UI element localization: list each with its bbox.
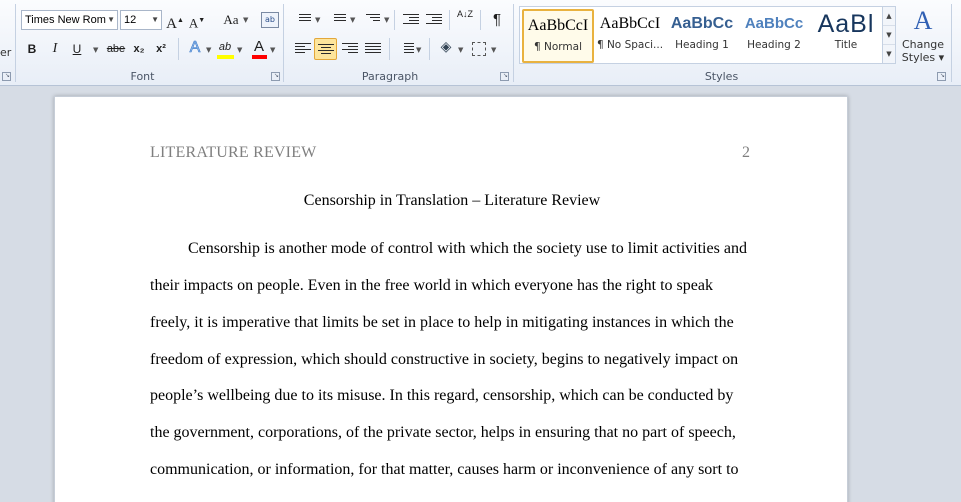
style-heading-2[interactable]: AaBbCc Heading 2 <box>738 9 810 63</box>
superscript-button[interactable]: x² <box>153 38 169 60</box>
page-number: 2 <box>742 144 750 161</box>
divider <box>394 10 395 30</box>
style-heading-1[interactable]: AaBbCc Heading 1 <box>666 9 738 63</box>
sort-button[interactable]: A↓Z <box>455 9 475 31</box>
strikethrough-button[interactable]: abe <box>105 38 127 60</box>
style-name: Heading 1 <box>675 39 729 51</box>
change-styles-button[interactable]: A Change Styles ▾ <box>900 4 946 68</box>
style-normal[interactable]: AaBbCcI ¶ Normal <box>522 9 594 63</box>
paragraph-line: Censorship is another mode of control wi… <box>188 240 747 257</box>
chevron-down-icon[interactable]: ▼ <box>107 11 115 29</box>
paragraph-line: their impacts on people. Even in the fre… <box>150 277 713 294</box>
clipped-group-label: er <box>0 46 12 59</box>
change-styles-label-line1: Change <box>901 38 945 51</box>
gallery-more-icon[interactable]: ▼ <box>883 45 895 64</box>
styles-dialog-launcher-icon[interactable]: ↘ <box>937 72 946 81</box>
gallery-scroll[interactable]: ▲ ▼ ▼ <box>882 6 896 64</box>
scroll-up-icon[interactable]: ▲ <box>883 7 895 26</box>
style-sample: AaBbCc <box>670 15 734 32</box>
paragraph-line: freedom of expression, which should cons… <box>150 351 739 368</box>
chevron-down-icon[interactable]: ▼ <box>270 46 275 54</box>
line-spacing-icon[interactable] <box>398 43 414 55</box>
paragraph-dialog-launcher-icon[interactable]: ↘ <box>500 72 509 81</box>
change-styles-icon: A <box>913 6 933 35</box>
font-group-label: Font <box>130 70 155 83</box>
running-header: LITERATURE REVIEW <box>150 144 317 161</box>
justify-icon[interactable] <box>365 43 381 55</box>
group-separator <box>283 4 284 82</box>
bold-button[interactable]: B <box>24 38 40 60</box>
paragraph-group-label: Paragraph <box>361 70 419 83</box>
chevron-down-icon[interactable]: ▼ <box>237 46 242 54</box>
group-separator <box>513 4 514 82</box>
align-left-icon[interactable] <box>295 43 311 55</box>
align-right-icon[interactable] <box>342 43 358 55</box>
paragraph-line: the government, corporations, of the pri… <box>150 424 736 441</box>
paragraph-line: people’s wellbeing due to its misuse. In… <box>150 387 734 404</box>
align-center-icon <box>318 44 334 56</box>
italic-button[interactable]: I <box>47 38 63 60</box>
font-family-combo[interactable]: Times New Rom ▼ <box>21 10 118 30</box>
style-no-spacing[interactable]: AaBbCcI ¶ No Spaci... <box>594 9 666 63</box>
style-name: Title <box>834 39 858 51</box>
document-page[interactable]: LITERATURE REVIEW 2 Censorship in Transl… <box>54 96 848 502</box>
increase-indent-icon[interactable] <box>426 14 442 26</box>
subscript-button[interactable]: x₂ <box>131 38 147 60</box>
styles-gallery: AaBbCcI ¶ Normal AaBbCcI ¶ No Spaci... A… <box>519 6 883 64</box>
scroll-down-icon[interactable]: ▼ <box>883 26 895 45</box>
divider <box>389 38 390 60</box>
style-sample: AaBbCc <box>744 15 804 32</box>
shrink-font-button[interactable]: A▼ <box>188 9 206 31</box>
style-name: Heading 2 <box>747 39 801 51</box>
divider <box>178 38 179 60</box>
font-color-swatch <box>252 55 267 59</box>
group-separator <box>951 4 952 82</box>
font-size-combo[interactable]: 12 ▼ <box>120 10 162 30</box>
paragraph-line: communication, or information, for that … <box>150 461 739 478</box>
change-case-button[interactable]: Aa <box>220 9 242 31</box>
font-family-value: Times New Rom <box>25 14 106 26</box>
style-sample: AaBbCcI <box>527 17 589 34</box>
show-formatting-marks-button[interactable]: ¶ <box>488 9 506 31</box>
font-dialog-launcher-icon[interactable]: ↘ <box>271 72 280 81</box>
highlight-color-swatch <box>217 55 234 59</box>
chevron-down-icon[interactable]: ▼ <box>206 46 211 54</box>
chevron-down-icon[interactable]: ▼ <box>416 46 421 54</box>
chevron-down-icon[interactable]: ▼ <box>151 11 159 29</box>
chevron-down-icon[interactable]: ▼ <box>315 16 320 24</box>
numbering-icon[interactable] <box>330 14 346 26</box>
clear-formatting-icon[interactable]: ab <box>261 12 279 28</box>
divider <box>480 10 481 30</box>
font-size-value: 12 <box>124 14 137 26</box>
borders-icon[interactable] <box>472 42 486 56</box>
styles-group-label: Styles <box>704 70 739 83</box>
style-sample: AaBl <box>817 10 875 38</box>
chevron-down-icon[interactable]: ▼ <box>491 46 496 54</box>
paragraph-line: freely, it is imperative that limits be … <box>150 314 734 331</box>
chevron-down-icon[interactable]: ▼ <box>243 16 248 24</box>
decrease-indent-icon[interactable] <box>403 14 419 26</box>
document-title: Censorship in Translation – Literature R… <box>303 192 601 209</box>
underline-button[interactable]: U <box>69 38 85 60</box>
chevron-down-icon[interactable]: ▼ <box>350 16 355 24</box>
multilevel-list-icon[interactable] <box>364 14 380 26</box>
ribbon: er ↘ Times New Rom ▼ 12 ▼ A▲ A▼ Aa ▼ ab … <box>0 0 961 86</box>
style-title[interactable]: AaBl Title <box>810 9 882 63</box>
chevron-down-icon[interactable]: ▼ <box>384 16 389 24</box>
divider <box>449 10 450 30</box>
style-name: ¶ Normal <box>533 41 582 53</box>
text-effects-button[interactable]: A <box>186 37 204 59</box>
divider <box>429 38 430 60</box>
chevron-down-icon[interactable]: ▼ <box>93 46 98 54</box>
style-name: ¶ No Spaci... <box>596 39 664 51</box>
group-separator <box>15 4 16 82</box>
bullets-icon[interactable] <box>295 14 311 26</box>
chevron-down-icon[interactable]: ▼ <box>458 46 463 54</box>
style-sample: AaBbCcI <box>599 15 661 32</box>
clipboard-launcher-icon[interactable]: ↘ <box>2 72 11 81</box>
align-center-button[interactable] <box>314 38 337 60</box>
shading-icon[interactable]: ◈ <box>437 37 455 59</box>
change-styles-label-line2: Styles ▾ <box>901 51 945 64</box>
grow-font-button[interactable]: A▲ <box>166 9 184 32</box>
